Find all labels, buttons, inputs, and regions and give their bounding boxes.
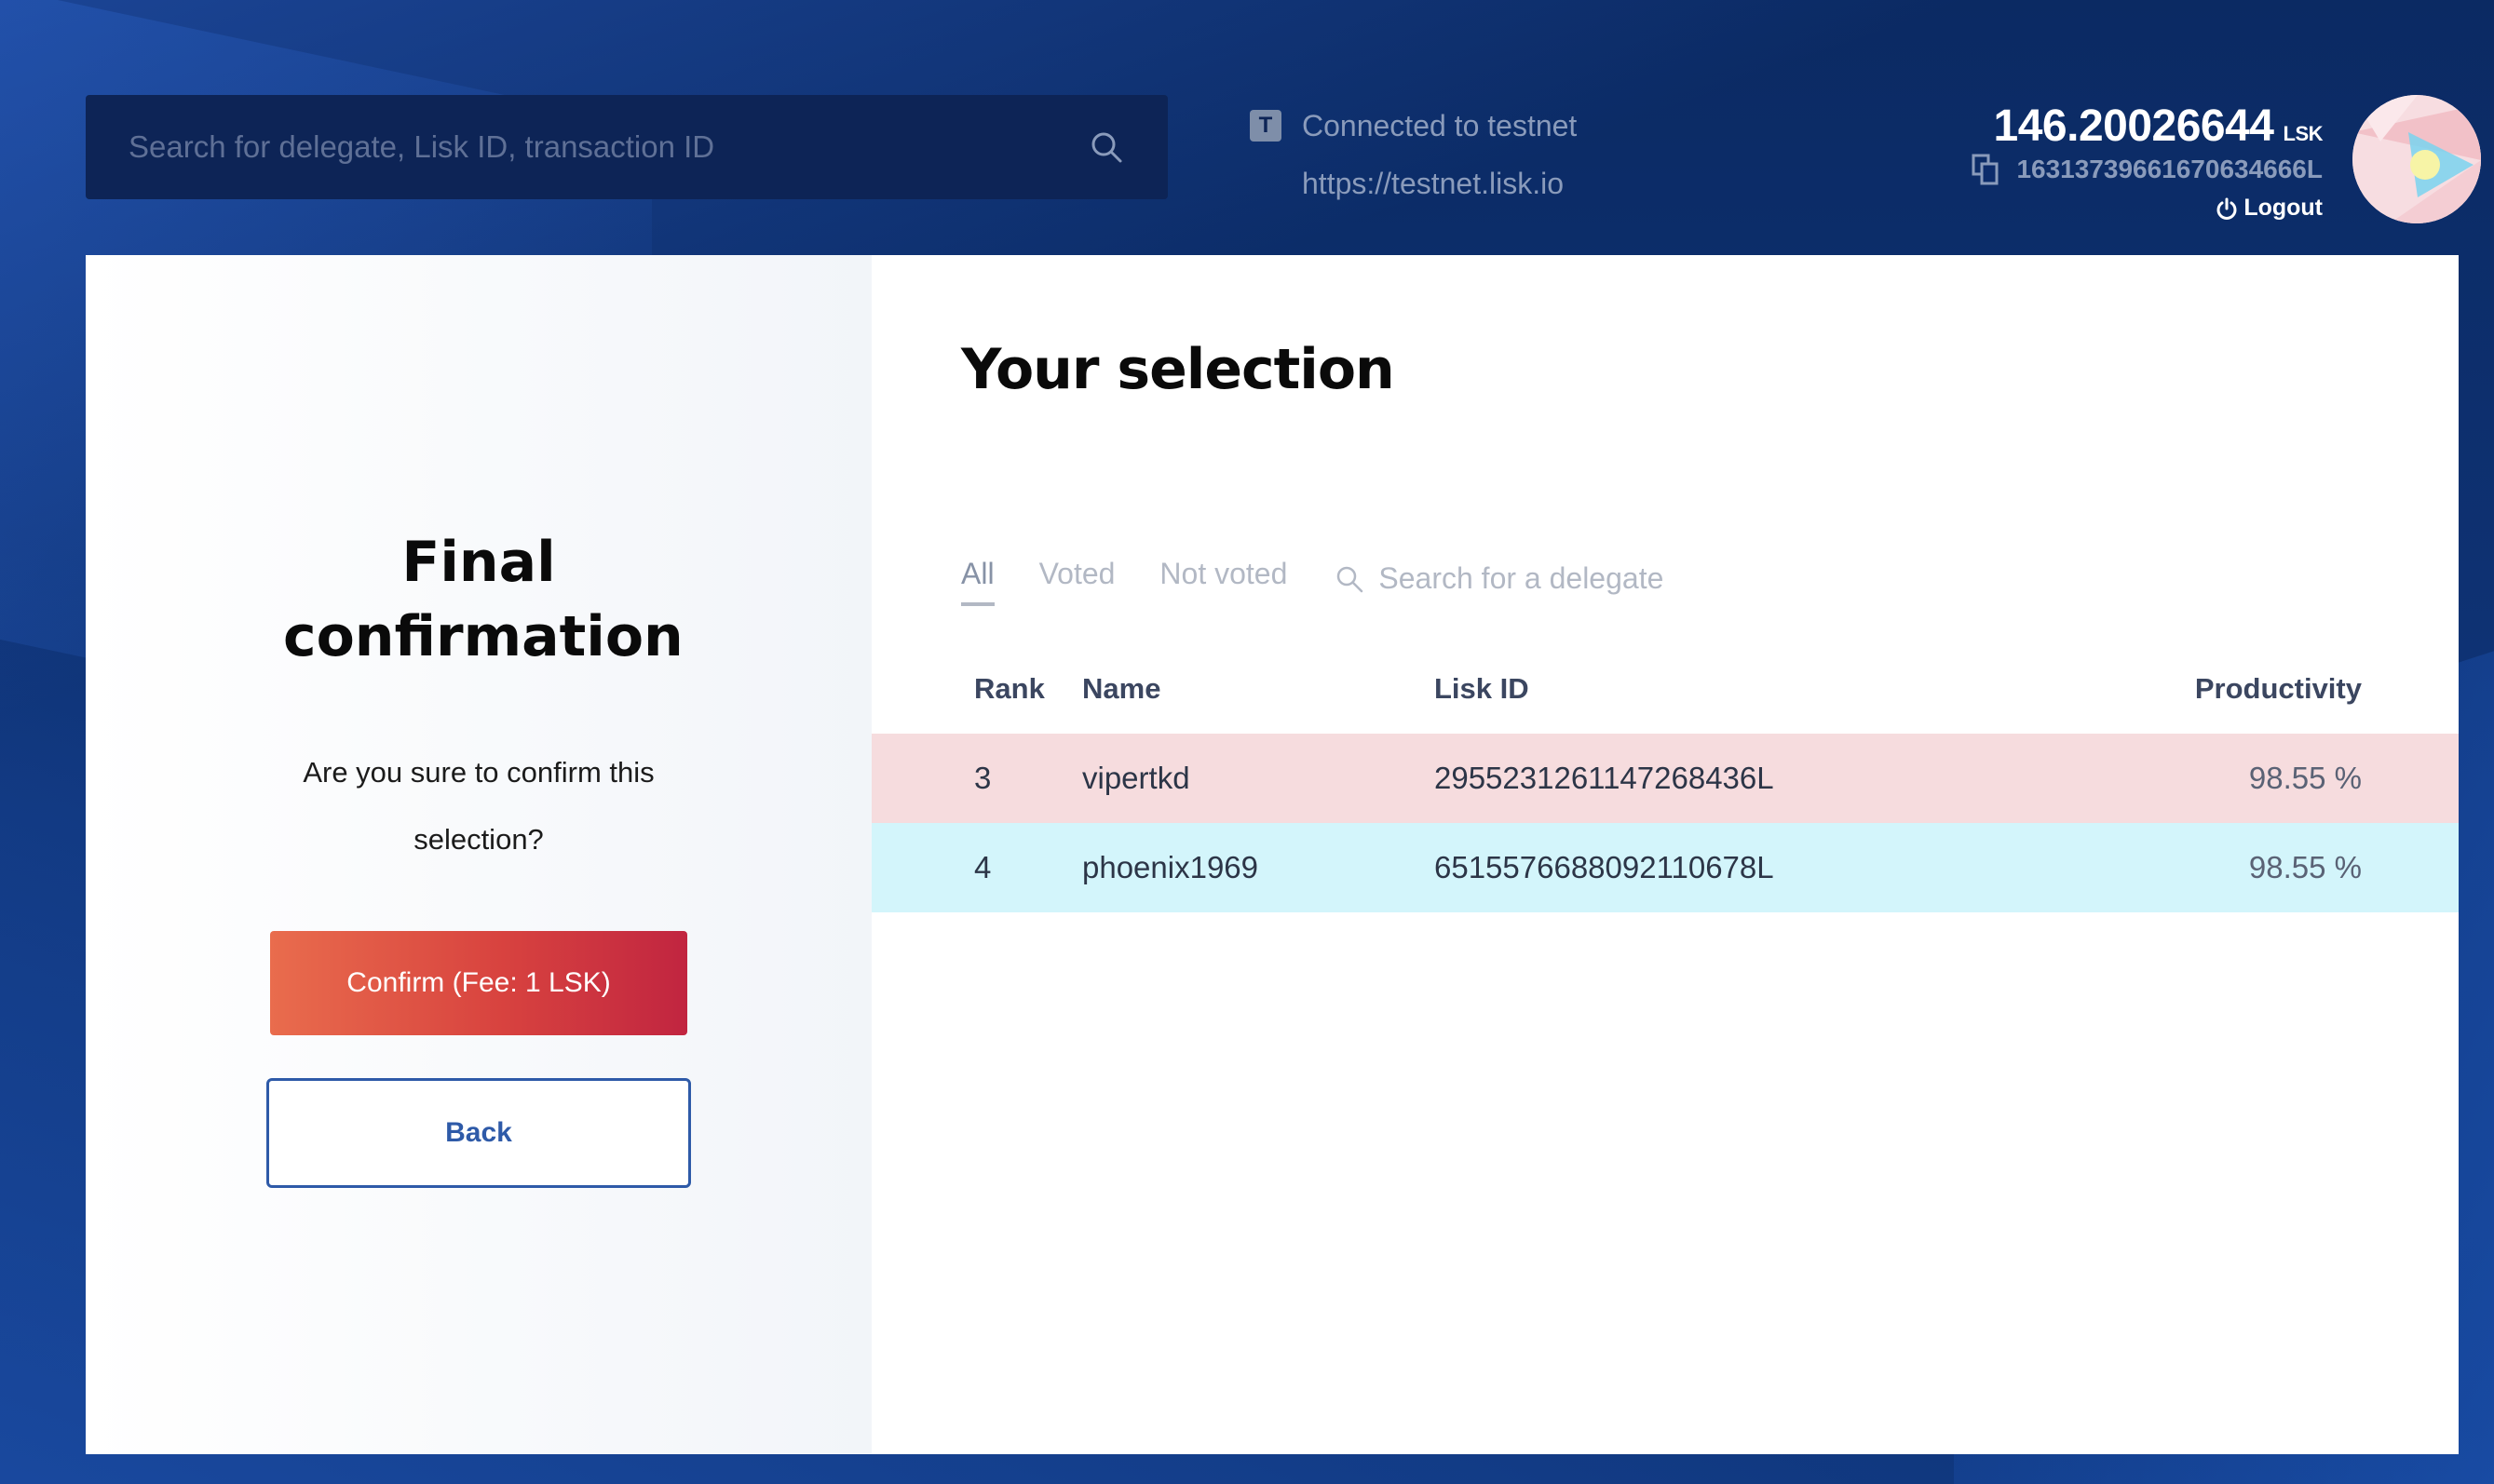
selection-title: Your selection bbox=[961, 337, 1395, 402]
table-header: Rank Name Lisk ID Productivity bbox=[872, 644, 2459, 734]
search-icon[interactable] bbox=[1088, 128, 1125, 166]
row-name: vipertkd bbox=[1082, 761, 1190, 795]
balance-unit: LSK bbox=[2283, 122, 2324, 145]
table-row[interactable]: 4 phoenix1969 6515576688092110678L 98.55… bbox=[872, 823, 2459, 912]
account-address: 16313739661670634666L bbox=[2016, 155, 2323, 183]
confirmation-panel: Final confirmation Are you sure to confi… bbox=[86, 255, 872, 1454]
testnet-badge-icon: T bbox=[1250, 110, 1281, 142]
row-rank: 4 bbox=[974, 850, 992, 884]
column-header-name[interactable]: Name bbox=[1082, 672, 1434, 706]
avatar[interactable] bbox=[2352, 95, 2481, 223]
global-search-bar[interactable] bbox=[86, 95, 1168, 199]
selection-table: Rank Name Lisk ID Productivity 3 vipertk… bbox=[872, 644, 2459, 912]
row-productivity: 98.55 % bbox=[2248, 850, 2362, 884]
column-header-rank[interactable]: Rank bbox=[872, 672, 1082, 706]
vote-confirmation-card: Final confirmation Are you sure to confi… bbox=[86, 255, 2459, 1454]
delegate-search-input[interactable] bbox=[1378, 561, 1752, 596]
row-lisk-id: 2955231261147268436L bbox=[1434, 761, 1774, 795]
delegate-search[interactable] bbox=[1335, 561, 1752, 596]
account-address-row[interactable]: 16313739661670634666L bbox=[1972, 154, 2323, 185]
filter-tab-all[interactable]: All bbox=[961, 557, 995, 606]
network-status-text: Connected to testnet bbox=[1302, 109, 1578, 142]
search-icon bbox=[1337, 566, 1363, 592]
row-lisk-id: 6515576688092110678L bbox=[1434, 850, 1774, 884]
copy-icon[interactable] bbox=[1972, 154, 1999, 185]
selection-panel: Your selection All Voted Not voted Rank … bbox=[872, 255, 2459, 1454]
filter-tab-voted[interactable]: Voted bbox=[1039, 557, 1116, 600]
back-button[interactable]: Back bbox=[266, 1078, 691, 1188]
table-row[interactable]: 3 vipertkd 2955231261147268436L 98.55 % bbox=[872, 734, 2459, 823]
account-info: 146.20026644 LSK 16313739661670634666L Lo… bbox=[1972, 101, 2323, 222]
network-url: https://testnet.lisk.io bbox=[1302, 167, 1565, 200]
balance-value: 146.20026644 bbox=[1993, 101, 2274, 151]
network-status: T Connected to testnet https://testnet.l… bbox=[1250, 97, 1577, 212]
account-balance: 146.20026644 LSK bbox=[1972, 101, 2324, 152]
row-name: phoenix1969 bbox=[1082, 850, 1259, 884]
logout-label: Logout bbox=[2243, 195, 2323, 221]
global-search-input[interactable] bbox=[129, 129, 1088, 165]
confirmation-title: Final confirmation bbox=[283, 530, 684, 669]
avatar-graphic bbox=[2352, 95, 2481, 223]
row-productivity: 98.55 % bbox=[2248, 761, 2362, 795]
logout-button[interactable]: Logout bbox=[1972, 195, 2323, 222]
filter-tab-not-voted[interactable]: Not voted bbox=[1159, 557, 1287, 600]
confirmation-question: Are you sure to confirm this selection? bbox=[303, 756, 655, 856]
column-header-productivity[interactable]: Productivity bbox=[1918, 672, 2362, 706]
power-icon bbox=[2216, 197, 2237, 220]
confirm-button[interactable]: Confirm (Fee: 1 LSK) bbox=[270, 931, 687, 1035]
column-header-lisk-id[interactable]: Lisk ID bbox=[1434, 672, 1918, 706]
selection-filters: All Voted Not voted bbox=[961, 557, 1752, 606]
row-rank: 3 bbox=[974, 761, 992, 795]
